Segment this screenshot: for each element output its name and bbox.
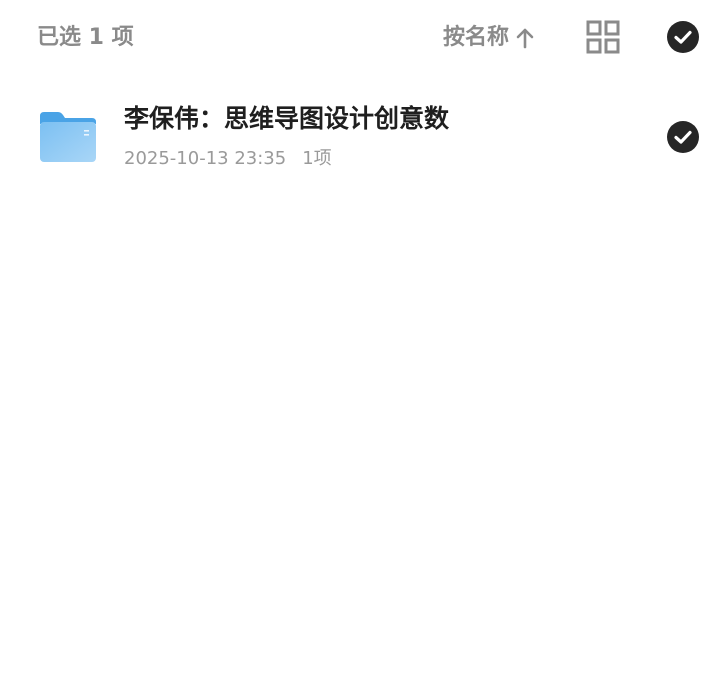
file-list-item[interactable]: 李保伟：思维导图设计创意数 2025-10-13 23:35 1项 bbox=[0, 90, 714, 186]
arrow-up-icon bbox=[516, 28, 534, 49]
select-all-check-icon[interactable] bbox=[666, 20, 700, 54]
grid-view-icon[interactable] bbox=[586, 20, 620, 54]
selection-toolbar: 已选 1 项 按名称 bbox=[0, 0, 714, 76]
file-meta: 2025-10-13 23:35 1项 bbox=[124, 146, 332, 172]
file-date: 2025-10-13 23:35 bbox=[124, 148, 287, 169]
sort-by-name-button[interactable]: 按名称 bbox=[443, 22, 535, 54]
selected-count-label: 已选 1 项 bbox=[37, 25, 134, 50]
file-item-count: 1项 bbox=[302, 148, 332, 169]
sort-label: 按名称 bbox=[443, 25, 510, 50]
folder-icon bbox=[40, 112, 96, 162]
file-name: 李保伟：思维导图设计创意数 bbox=[124, 104, 450, 133]
row-check-icon[interactable] bbox=[666, 120, 700, 154]
